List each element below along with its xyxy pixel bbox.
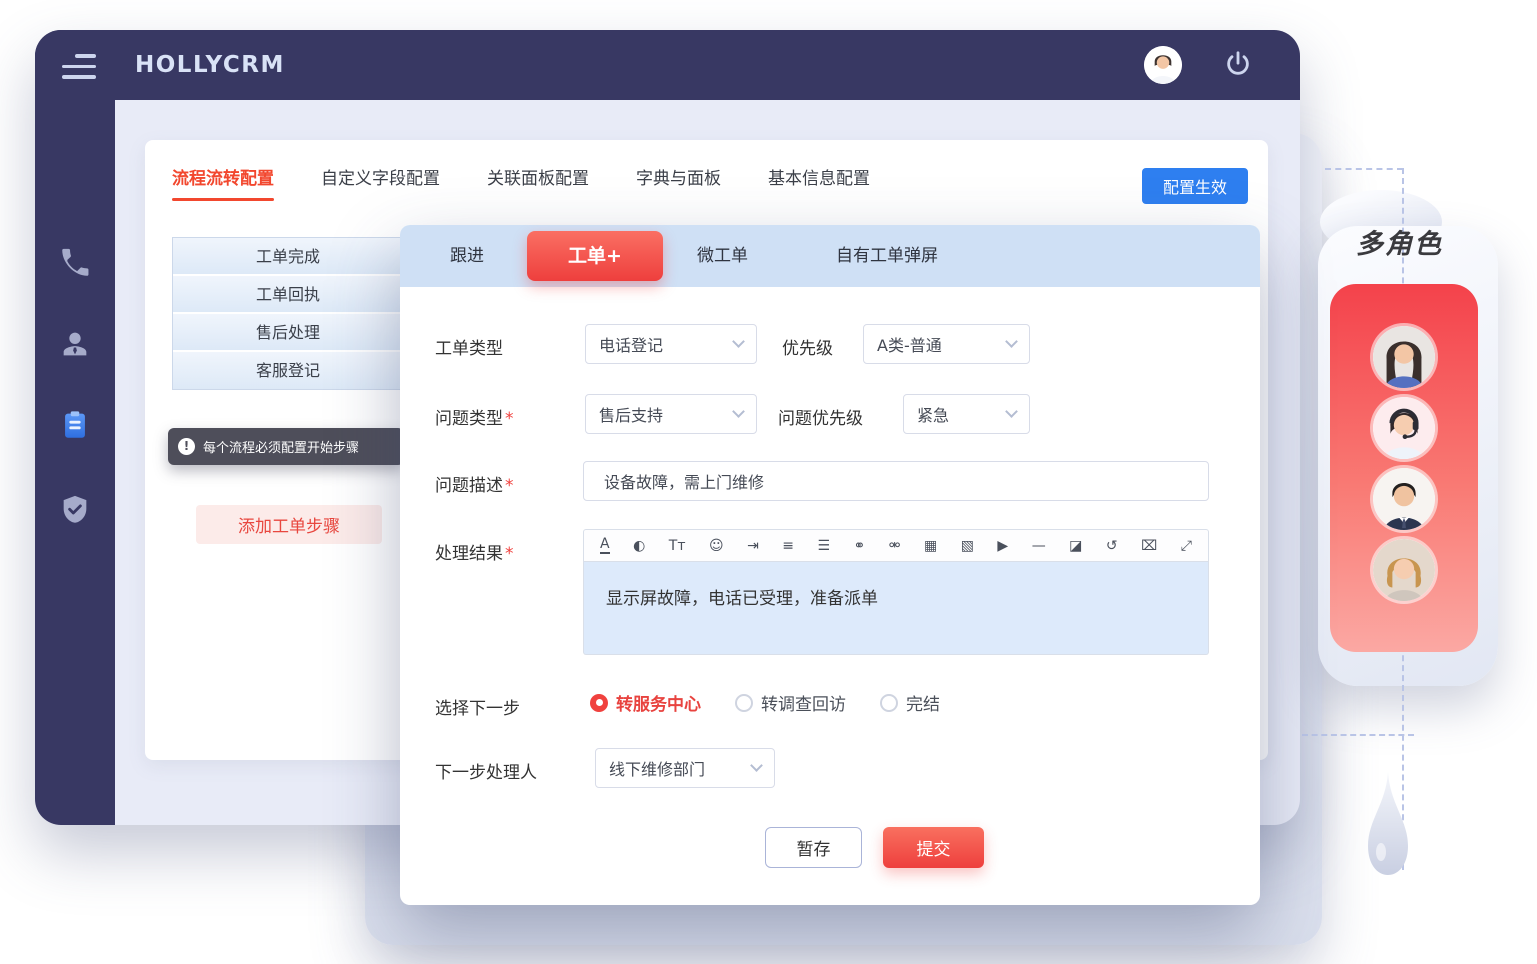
dashed-line-bottom <box>1302 734 1414 736</box>
radio-finish[interactable]: 完结 <box>880 690 940 715</box>
order-type-select[interactable]: 电话登记 <box>585 324 757 364</box>
next-handler-select[interactable]: 线下维修部门 <box>595 748 775 788</box>
screenshot-stage: HOLLYCRM <box>0 0 1537 964</box>
list-item-step-register[interactable]: 客服登记 <box>173 352 403 390</box>
editor-toolbar: A ◐ Tт ☺ ⇥ ≡ ☰ ⚭ ⚮ ▦ ▧ ▶ — ◪ ↺ ⌧ ⤢ <box>583 529 1209 562</box>
next-step-radio-group: 转服务中心 转调查回访 完结 <box>590 690 940 715</box>
radio-service-center[interactable]: 转服务中心 <box>590 690 701 715</box>
user-avatar[interactable] <box>1144 46 1182 84</box>
worksheet-modal: 跟进 工单+ 微工单 自有工单弹屏 工单类型 电话登记 优先级 A类-普通 问题… <box>400 225 1260 905</box>
avatar-agent-1 <box>1373 326 1435 388</box>
brand-logo: HOLLYCRM <box>135 30 285 100</box>
insert-link-icon[interactable]: ⚭ <box>854 539 866 553</box>
emoji-icon[interactable]: ☺ <box>709 539 724 553</box>
priority-select[interactable]: A类-普通 <box>863 324 1030 364</box>
horizontal-rule-icon[interactable]: — <box>1032 539 1046 553</box>
font-size-icon[interactable]: Tт <box>669 539 686 553</box>
dashed-line-top <box>1325 168 1403 170</box>
issue-type-select[interactable]: 售后支持 <box>585 394 757 434</box>
format-text-icon[interactable]: A <box>600 537 610 554</box>
tab-own-popup[interactable]: 自有工单弹屏 <box>836 225 938 287</box>
indent-icon[interactable]: ⇥ <box>747 539 759 553</box>
modal-tab-bar: 跟进 工单+ 微工单 自有工单弹屏 <box>400 225 1260 287</box>
chevron-down-icon <box>1005 405 1018 418</box>
radio-survey-callback[interactable]: 转调查回访 <box>735 690 846 715</box>
avatar-agent-2 <box>1373 397 1435 459</box>
radio-icon <box>880 694 898 712</box>
multi-role-label: 多角色 <box>1356 222 1443 261</box>
fullscreen-icon[interactable]: ⤢ <box>1181 539 1192 553</box>
phone-icon[interactable] <box>58 246 92 280</box>
issue-priority-label: 问题优先级 <box>778 404 863 429</box>
avatar-agent-4 <box>1373 539 1435 601</box>
issue-priority-select[interactable]: 紧急 <box>903 394 1030 434</box>
undo-icon[interactable]: ↺ <box>1106 539 1118 553</box>
list-item-step-receipt[interactable]: 工单回执 <box>173 276 403 314</box>
eraser-icon[interactable]: ◪ <box>1069 539 1082 553</box>
issue-desc-label: 问题描述* <box>435 471 514 496</box>
align-left-icon[interactable]: ≡ <box>782 539 794 553</box>
flow-step-list: 工单完成 工单回执 售后处理 客服登记 <box>172 237 404 390</box>
notice-text: 每个流程必须配置开始步骤 <box>203 437 359 456</box>
exclamation-icon: ! <box>178 438 195 455</box>
chevron-down-icon <box>732 335 745 348</box>
tab-basic-info[interactable]: 基本信息配置 <box>768 164 870 201</box>
menu-icon[interactable] <box>62 54 96 86</box>
order-type-label: 工单类型 <box>435 334 505 359</box>
avatar-agent-3 <box>1373 468 1435 530</box>
tab-follow-up[interactable]: 跟进 <box>450 225 484 287</box>
video-icon[interactable]: ▶ <box>997 539 1008 553</box>
add-step-button[interactable]: 添加工单步骤 <box>196 505 382 544</box>
radio-icon <box>590 694 608 712</box>
issue-type-label: 问题类型* <box>435 404 514 429</box>
tab-worksheet-active[interactable]: 工单+ <box>527 231 663 281</box>
water-drop-shape <box>1366 772 1410 881</box>
shield-check-icon[interactable] <box>58 493 92 527</box>
submit-button[interactable]: 提交 <box>883 827 984 868</box>
delete-icon[interactable]: ⌧ <box>1141 539 1157 553</box>
config-tab-bar: 流程流转配置 自定义字段配置 关联面板配置 字典与面板 基本信息配置 <box>172 164 870 201</box>
tab-linked-panel[interactable]: 关联面板配置 <box>487 164 589 201</box>
remove-link-icon[interactable]: ⚮ <box>889 539 901 553</box>
next-handler-label: 下一步处理人 <box>435 758 537 783</box>
tab-flow-config[interactable]: 流程流转配置 <box>172 164 274 201</box>
result-editor-content[interactable]: 显示屏故障，电话已受理，准备派单 <box>583 562 1209 655</box>
list-item-step-complete[interactable]: 工单完成 <box>173 238 403 276</box>
result-label: 处理结果* <box>435 539 514 564</box>
save-draft-button[interactable]: 暂存 <box>765 827 862 868</box>
image-icon[interactable]: ▧ <box>961 539 974 553</box>
tab-custom-fields[interactable]: 自定义字段配置 <box>321 164 440 201</box>
color-palette-icon[interactable]: ◐ <box>633 539 645 553</box>
customer-icon[interactable] <box>58 327 92 361</box>
priority-label: 优先级 <box>782 334 833 359</box>
issue-desc-input[interactable] <box>583 461 1209 501</box>
notice-tooltip: ! 每个流程必须配置开始步骤 <box>168 428 404 465</box>
tab-dictionary[interactable]: 字典与面板 <box>636 164 721 201</box>
apply-config-button[interactable]: 配置生效 <box>1142 168 1248 204</box>
table-icon[interactable]: ▦ <box>924 539 937 553</box>
worksheet-icon-active[interactable] <box>58 408 92 442</box>
radio-icon <box>735 694 753 712</box>
chevron-down-icon <box>750 759 763 772</box>
multi-role-panel <box>1330 284 1478 652</box>
avatar-image <box>1144 46 1182 84</box>
unordered-list-icon[interactable]: ☰ <box>818 539 831 553</box>
power-icon[interactable] <box>1223 50 1253 80</box>
next-step-label: 选择下一步 <box>435 694 520 719</box>
list-item-step-aftersale[interactable]: 售后处理 <box>173 314 403 352</box>
tab-micro-worksheet[interactable]: 微工单 <box>697 225 748 287</box>
chevron-down-icon <box>732 405 745 418</box>
chevron-down-icon <box>1005 335 1018 348</box>
